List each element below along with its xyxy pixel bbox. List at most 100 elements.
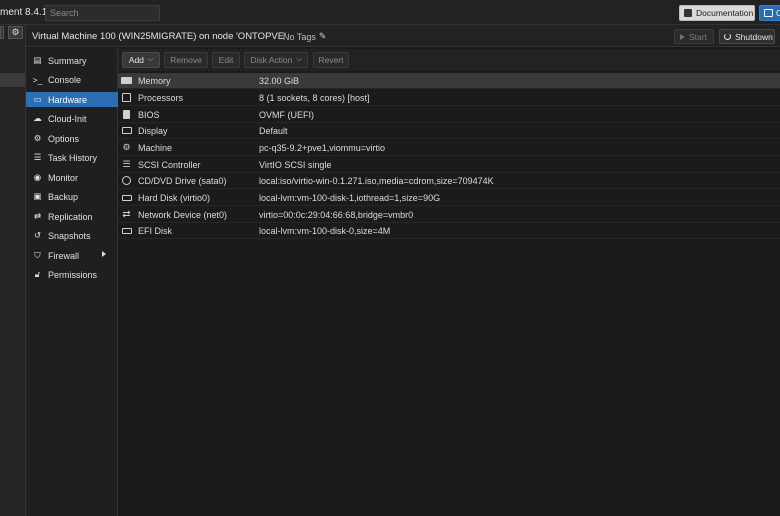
nav-label: Console <box>48 74 82 85</box>
nav-label: Backup <box>48 191 79 202</box>
table-row[interactable]: Processors 8 (1 sockets, 8 cores) [host] <box>118 90 780 106</box>
gear-icon: ⚙ <box>11 27 20 37</box>
nav-item-task-history[interactable]: ☰ Task History <box>26 150 118 165</box>
row-name: Display <box>138 125 168 136</box>
book-icon <box>684 9 692 17</box>
gear-icon: ⚙ <box>33 133 42 143</box>
pencil-icon[interactable]: ✎ <box>319 31 327 42</box>
nav-label: Snapshots <box>48 230 91 241</box>
nav-item-permissions[interactable]: 🔓︎ Permissions <box>26 267 118 282</box>
chevron-down-icon: ⌵ <box>296 56 302 63</box>
row-value: local-lvm:vm-100-disk-1,iothread=1,size=… <box>259 192 441 203</box>
floppy-icon: ▣ <box>33 191 42 201</box>
remove-label: Remove <box>170 55 202 65</box>
table-row[interactable]: Memory 32.00 GiB <box>118 73 780 89</box>
add-button[interactable]: Add ⌵ <box>122 52 160 68</box>
nav-label: Options <box>48 133 80 144</box>
nav-label: Cloud-Init <box>48 113 87 124</box>
table-row[interactable]: CD/DVD Drive (sata0) local:iso/virtio-wi… <box>118 173 780 189</box>
nav-label: Permissions <box>48 269 98 280</box>
table-row[interactable]: ☰ SCSI Controller VirtIO SCSI single <box>118 157 780 173</box>
shutdown-button[interactable]: Shutdown <box>719 29 775 44</box>
row-value: local:iso/virtio-win-0.1.271.iso,media=c… <box>259 175 494 186</box>
row-value: OVMF (UEFI) <box>259 109 314 120</box>
row-value: 8 (1 sockets, 8 cores) [host] <box>259 92 370 103</box>
nav-item-console[interactable]: >_ Console <box>26 72 118 87</box>
table-row[interactable]: Hard Disk (virtio0) local-lvm:vm-100-dis… <box>118 190 780 206</box>
search-input[interactable] <box>45 5 160 21</box>
table-row[interactable]: BIOS OVMF (UEFI) <box>118 107 780 123</box>
top-bar: ment 8.4.1 Documentation C <box>0 0 780 25</box>
nav-item-firewall[interactable]: ⛉ Firewall <box>26 248 118 263</box>
chevron-right-icon <box>102 251 106 257</box>
nav-item-options[interactable]: ⚙ Options <box>26 131 118 146</box>
tags-label: No Tags <box>283 31 316 42</box>
bios-icon <box>121 110 132 120</box>
nav-item-replication[interactable]: ⇄ Replication <box>26 209 118 224</box>
disk-action-button[interactable]: Disk Action ⌵ <box>244 52 308 68</box>
shutdown-label: Shutdown <box>735 31 773 42</box>
disk-action-label: Disk Action <box>250 55 293 65</box>
table-row[interactable]: ⇄ Network Device (net0) virtio=00:0c:29:… <box>118 207 780 223</box>
row-value: Default <box>259 125 288 136</box>
remove-button[interactable]: Remove <box>164 52 208 68</box>
cpu-icon <box>121 93 132 103</box>
database-icon: ☰ <box>122 159 131 169</box>
product-version: ment 8.4.1 <box>0 7 48 18</box>
resource-tree-panel <box>0 25 26 516</box>
desktop-icon <box>764 9 773 17</box>
tree-selected-item[interactable] <box>0 73 26 87</box>
row-name: CD/DVD Drive (sata0) <box>138 175 227 186</box>
hardware-table: Memory 32.00 GiB Processors 8 (1 sockets… <box>118 73 780 516</box>
revert-label: Revert <box>318 55 344 65</box>
hdd-icon <box>121 226 132 236</box>
row-name: BIOS <box>138 109 160 120</box>
tree-settings-button[interactable]: ⚙ <box>8 26 23 39</box>
create-label: C <box>776 8 780 18</box>
edit-button[interactable]: Edit <box>212 52 240 68</box>
history-icon: ↺ <box>33 230 42 240</box>
start-label: Start <box>689 31 707 42</box>
book-icon: ▤ <box>33 55 42 65</box>
nav-label: Replication <box>48 211 93 222</box>
view-selector[interactable] <box>0 26 4 39</box>
shield-icon: ⛉ <box>34 250 41 260</box>
row-name: Machine <box>138 142 173 153</box>
add-label: Add <box>128 55 144 65</box>
nav-item-hardware[interactable]: ▭ Hardware <box>26 92 118 107</box>
row-value: pc-q35-9.2+pve1,viommu=virtio <box>259 142 386 153</box>
page-title: Virtual Machine 100 (WIN25MIGRATE) on no… <box>32 31 286 42</box>
eye-icon: ◉ <box>33 172 42 182</box>
play-icon <box>680 33 685 40</box>
nav-label: Firewall <box>48 250 80 261</box>
table-row[interactable]: EFI Disk local-lvm:vm-100-disk-0,size=4M <box>118 223 780 239</box>
hdd-icon <box>121 193 132 203</box>
row-name: EFI Disk <box>138 225 173 236</box>
monitor-icon: ▭ <box>33 94 42 104</box>
nav-item-cloud-init[interactable]: ☁ Cloud-Init <box>26 111 118 126</box>
cdrom-icon <box>121 176 132 186</box>
edit-label: Edit <box>218 55 234 65</box>
documentation-label: Documentation <box>696 8 754 18</box>
vm-navigation: ▤ Summary >_ Console ▭ Hardware ☁ Cloud-… <box>26 48 118 516</box>
nav-item-backup[interactable]: ▣ Backup <box>26 189 118 204</box>
table-row[interactable]: ⚙ Machine pc-q35-9.2+pve1,viommu=virtio <box>118 140 780 156</box>
cogs-icon: ⚙ <box>122 142 131 152</box>
cloud-icon: ☁ <box>33 113 42 123</box>
row-value: VirtIO SCSI single <box>259 159 332 170</box>
retweet-icon: ⇄ <box>33 211 42 221</box>
nav-label: Monitor <box>48 172 79 183</box>
revert-button[interactable]: Revert <box>313 52 349 68</box>
create-vm-button[interactable]: C <box>759 5 780 21</box>
start-button[interactable]: Start <box>674 29 714 44</box>
tags-editor[interactable]: No Tags ✎ <box>283 31 326 42</box>
nav-item-snapshots[interactable]: ↺ Snapshots <box>26 228 118 243</box>
exchange-icon: ⇄ <box>122 209 131 220</box>
nav-item-monitor[interactable]: ◉ Monitor <box>26 170 118 185</box>
list-icon: ☰ <box>33 152 42 162</box>
nav-item-summary[interactable]: ▤ Summary <box>26 53 118 68</box>
nav-label: Task History <box>48 152 98 163</box>
table-row[interactable]: Display Default <box>118 123 780 139</box>
documentation-button[interactable]: Documentation <box>679 5 755 21</box>
chevron-down-icon: ⌵ <box>147 56 154 63</box>
